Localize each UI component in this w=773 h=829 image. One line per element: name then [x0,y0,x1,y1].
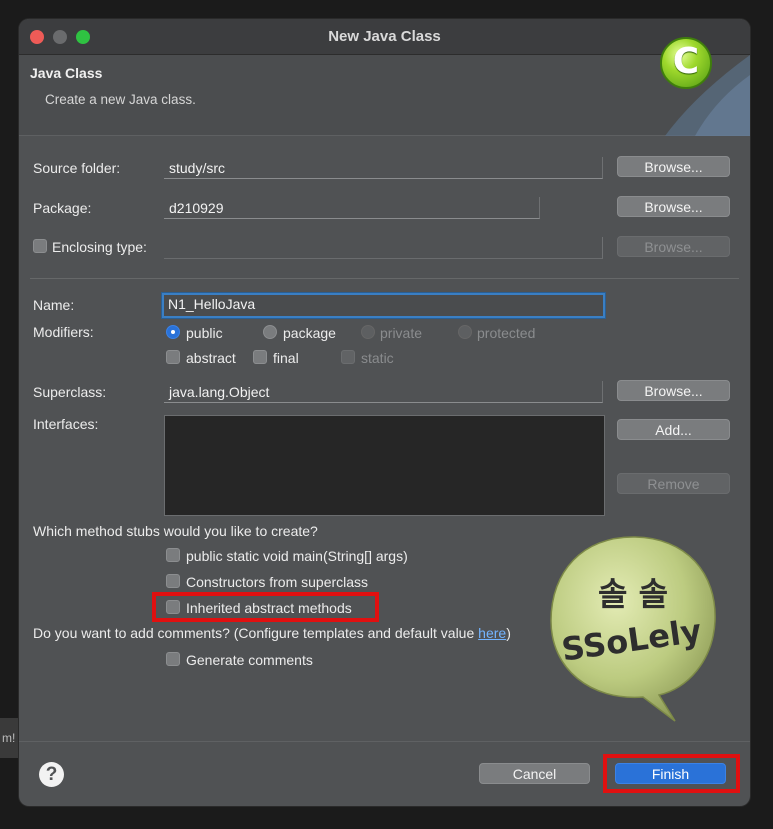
name-field[interactable]: N1_HelloJava [162,293,605,318]
enclosing-type-label: Enclosing type: [52,239,147,255]
package-browse-button[interactable]: Browse... [617,196,730,217]
interfaces-add-button[interactable]: Add... [617,419,730,440]
footer-separator [19,741,750,742]
enclosing-type-field[interactable] [164,237,603,259]
modifier-package-label: package [283,325,336,341]
method-stubs-question: Which method stubs would you like to cre… [33,523,318,539]
new-java-class-dialog: New Java Class Java Class Create a new J… [19,19,750,806]
name-label: Name: [33,297,75,313]
ssolely-sticker-icon: 솔 솔 SSoLely [550,536,716,722]
section-separator [30,278,739,279]
interfaces-remove-button[interactable]: Remove [617,473,730,494]
generate-comments-checkbox[interactable] [166,652,180,666]
modifier-protected-label: protected [477,325,536,341]
modifier-protected-radio[interactable] [458,325,472,339]
configure-templates-link[interactable]: here [478,625,506,641]
wizard-header: Java Class Create a new Java class. [19,55,750,136]
comments-question-suffix: ) [506,625,511,641]
wizard-subtitle: Create a new Java class. [45,92,196,107]
modifier-abstract-label: abstract [186,350,236,366]
modifier-private-radio[interactable] [361,325,375,339]
background-window-fragment: m! [0,718,20,758]
package-label: Package: [33,200,92,216]
enclosing-type-browse-button[interactable]: Browse... [617,236,730,257]
cancel-button[interactable]: Cancel [479,763,590,784]
comments-question-text: Do you want to add comments? (Configure … [33,625,479,641]
modifier-public-radio[interactable] [166,325,180,339]
window-title: New Java Class [328,28,441,45]
superclass-field[interactable]: java.lang.Object [164,381,603,403]
wizard-title: Java Class [30,65,103,81]
stub-main-checkbox[interactable] [166,548,180,562]
modifier-final-label: final [273,350,299,366]
modifier-public-label: public [186,325,223,341]
modifiers-label: Modifiers: [33,324,94,340]
source-folder-field[interactable]: study/src [164,157,603,179]
enclosing-type-checkbox[interactable] [33,239,47,253]
highlight-inherited-abstract [152,592,379,622]
comments-question: Do you want to add comments? (Configure … [33,625,511,641]
modifier-final-checkbox[interactable] [253,350,267,364]
package-field[interactable]: d210929 [164,197,540,219]
modifier-static-checkbox[interactable] [341,350,355,364]
modifier-private-label: private [380,325,423,341]
stub-constructors-label: Constructors from superclass [186,574,369,590]
question-icon[interactable]: ? [39,762,64,787]
stub-main-label: public static void main(String[] args) [186,548,408,564]
source-folder-label: Source folder: [33,160,121,176]
modifier-abstract-checkbox[interactable] [166,350,180,364]
java-class-icon: C [660,37,712,89]
interfaces-label: Interfaces: [33,416,99,432]
modifier-package-radio[interactable] [263,325,277,339]
generate-comments-label: Generate comments [186,652,313,668]
superclass-browse-button[interactable]: Browse... [617,380,730,401]
title-bar: New Java Class [19,19,750,55]
modifier-static-label: static [361,350,394,366]
stub-constructors-checkbox[interactable] [166,574,180,588]
interfaces-list[interactable] [164,415,605,516]
source-folder-browse-button[interactable]: Browse... [617,156,730,177]
sticker-line1: 솔 솔 [598,575,668,613]
highlight-finish [603,754,740,793]
superclass-label: Superclass: [33,384,107,400]
